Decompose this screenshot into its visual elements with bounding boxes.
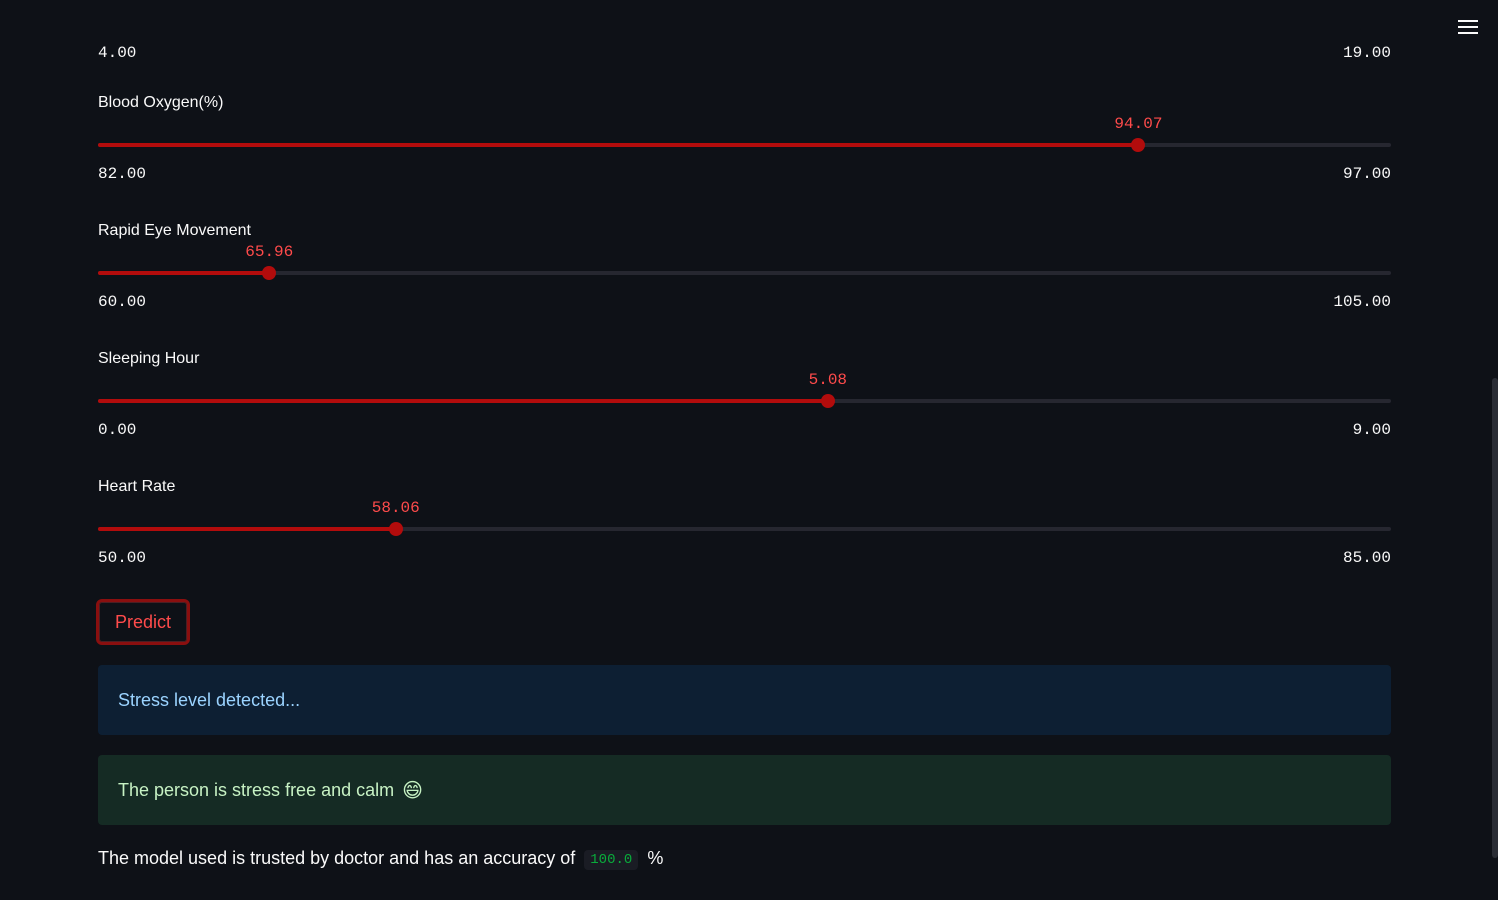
app-page: 4.00 19.00 Blood Oxygen(%) 94.07 82.00 9… [0,0,1498,900]
accuracy-statement: The model used is trusted by doctor and … [98,848,663,870]
info-alert: Stress level detected... [98,665,1391,735]
slider-min-label: 60.00 [98,293,147,311]
slider-track[interactable] [98,394,1391,408]
predict-button[interactable]: Predict [96,599,191,645]
slider-thumb[interactable] [388,522,403,536]
partial-slider-max: 19.00 [1342,44,1391,62]
slider-value: 94.07 [1114,115,1163,133]
slider-track[interactable] [98,266,1391,280]
slider-thumb[interactable] [820,394,835,408]
slider-thumb[interactable] [1131,138,1146,152]
slider-min-label: 0.00 [98,421,137,439]
slider-value: 5.08 [808,371,848,389]
slider-track[interactable] [98,522,1391,536]
info-alert-text: Stress level detected... [118,689,301,710]
slider-max-label: 85.00 [1342,549,1391,567]
slider-fill [98,399,828,403]
slider-value: 65.96 [245,243,294,261]
slider-max-label: 97.00 [1342,165,1391,183]
slider-min-label: 50.00 [98,549,147,567]
slider-max-label: 105.00 [1333,293,1391,311]
accuracy-prefix: The model used is trusted by doctor and … [98,848,576,868]
page-scrollbar[interactable] [1492,378,1498,858]
slider-track[interactable] [98,138,1391,152]
slider-blood-oxygen: Blood Oxygen(%) 94.07 82.00 97.00 [98,94,1391,204]
slider-label: Rapid Eye Movement [98,222,251,239]
slider-label: Heart Rate [98,478,176,495]
success-alert: The person is stress free and calm 😄 [98,755,1391,825]
slider-max-label: 9.00 [1352,421,1391,439]
slider-thumb[interactable] [262,266,277,280]
slider-value: 58.06 [371,499,420,517]
slider-min-label: 82.00 [98,165,147,183]
slider-fill [98,271,270,275]
success-alert-text: The person is stress free and calm [118,779,395,800]
slider-rapid-eye-movement: Rapid Eye Movement 65.96 60.00 105.00 [98,222,1391,332]
slider-fill [98,527,396,531]
grinning-face-icon: 😄 [402,779,423,802]
slider-label: Blood Oxygen(%) [98,94,224,111]
accuracy-value: 100.0 [584,850,639,870]
slider-label: Sleeping Hour [98,350,200,367]
partial-slider-range: 4.00 19.00 [98,44,1391,64]
partial-slider-min: 4.00 [98,44,137,62]
slider-fill [98,143,1139,147]
accuracy-suffix: % [647,848,664,868]
slider-sleeping-hour: Sleeping Hour 5.08 0.00 9.00 [98,350,1391,460]
hamburger-menu-icon[interactable] [1458,16,1478,36]
slider-heart-rate: Heart Rate 58.06 50.00 85.00 [98,478,1391,588]
